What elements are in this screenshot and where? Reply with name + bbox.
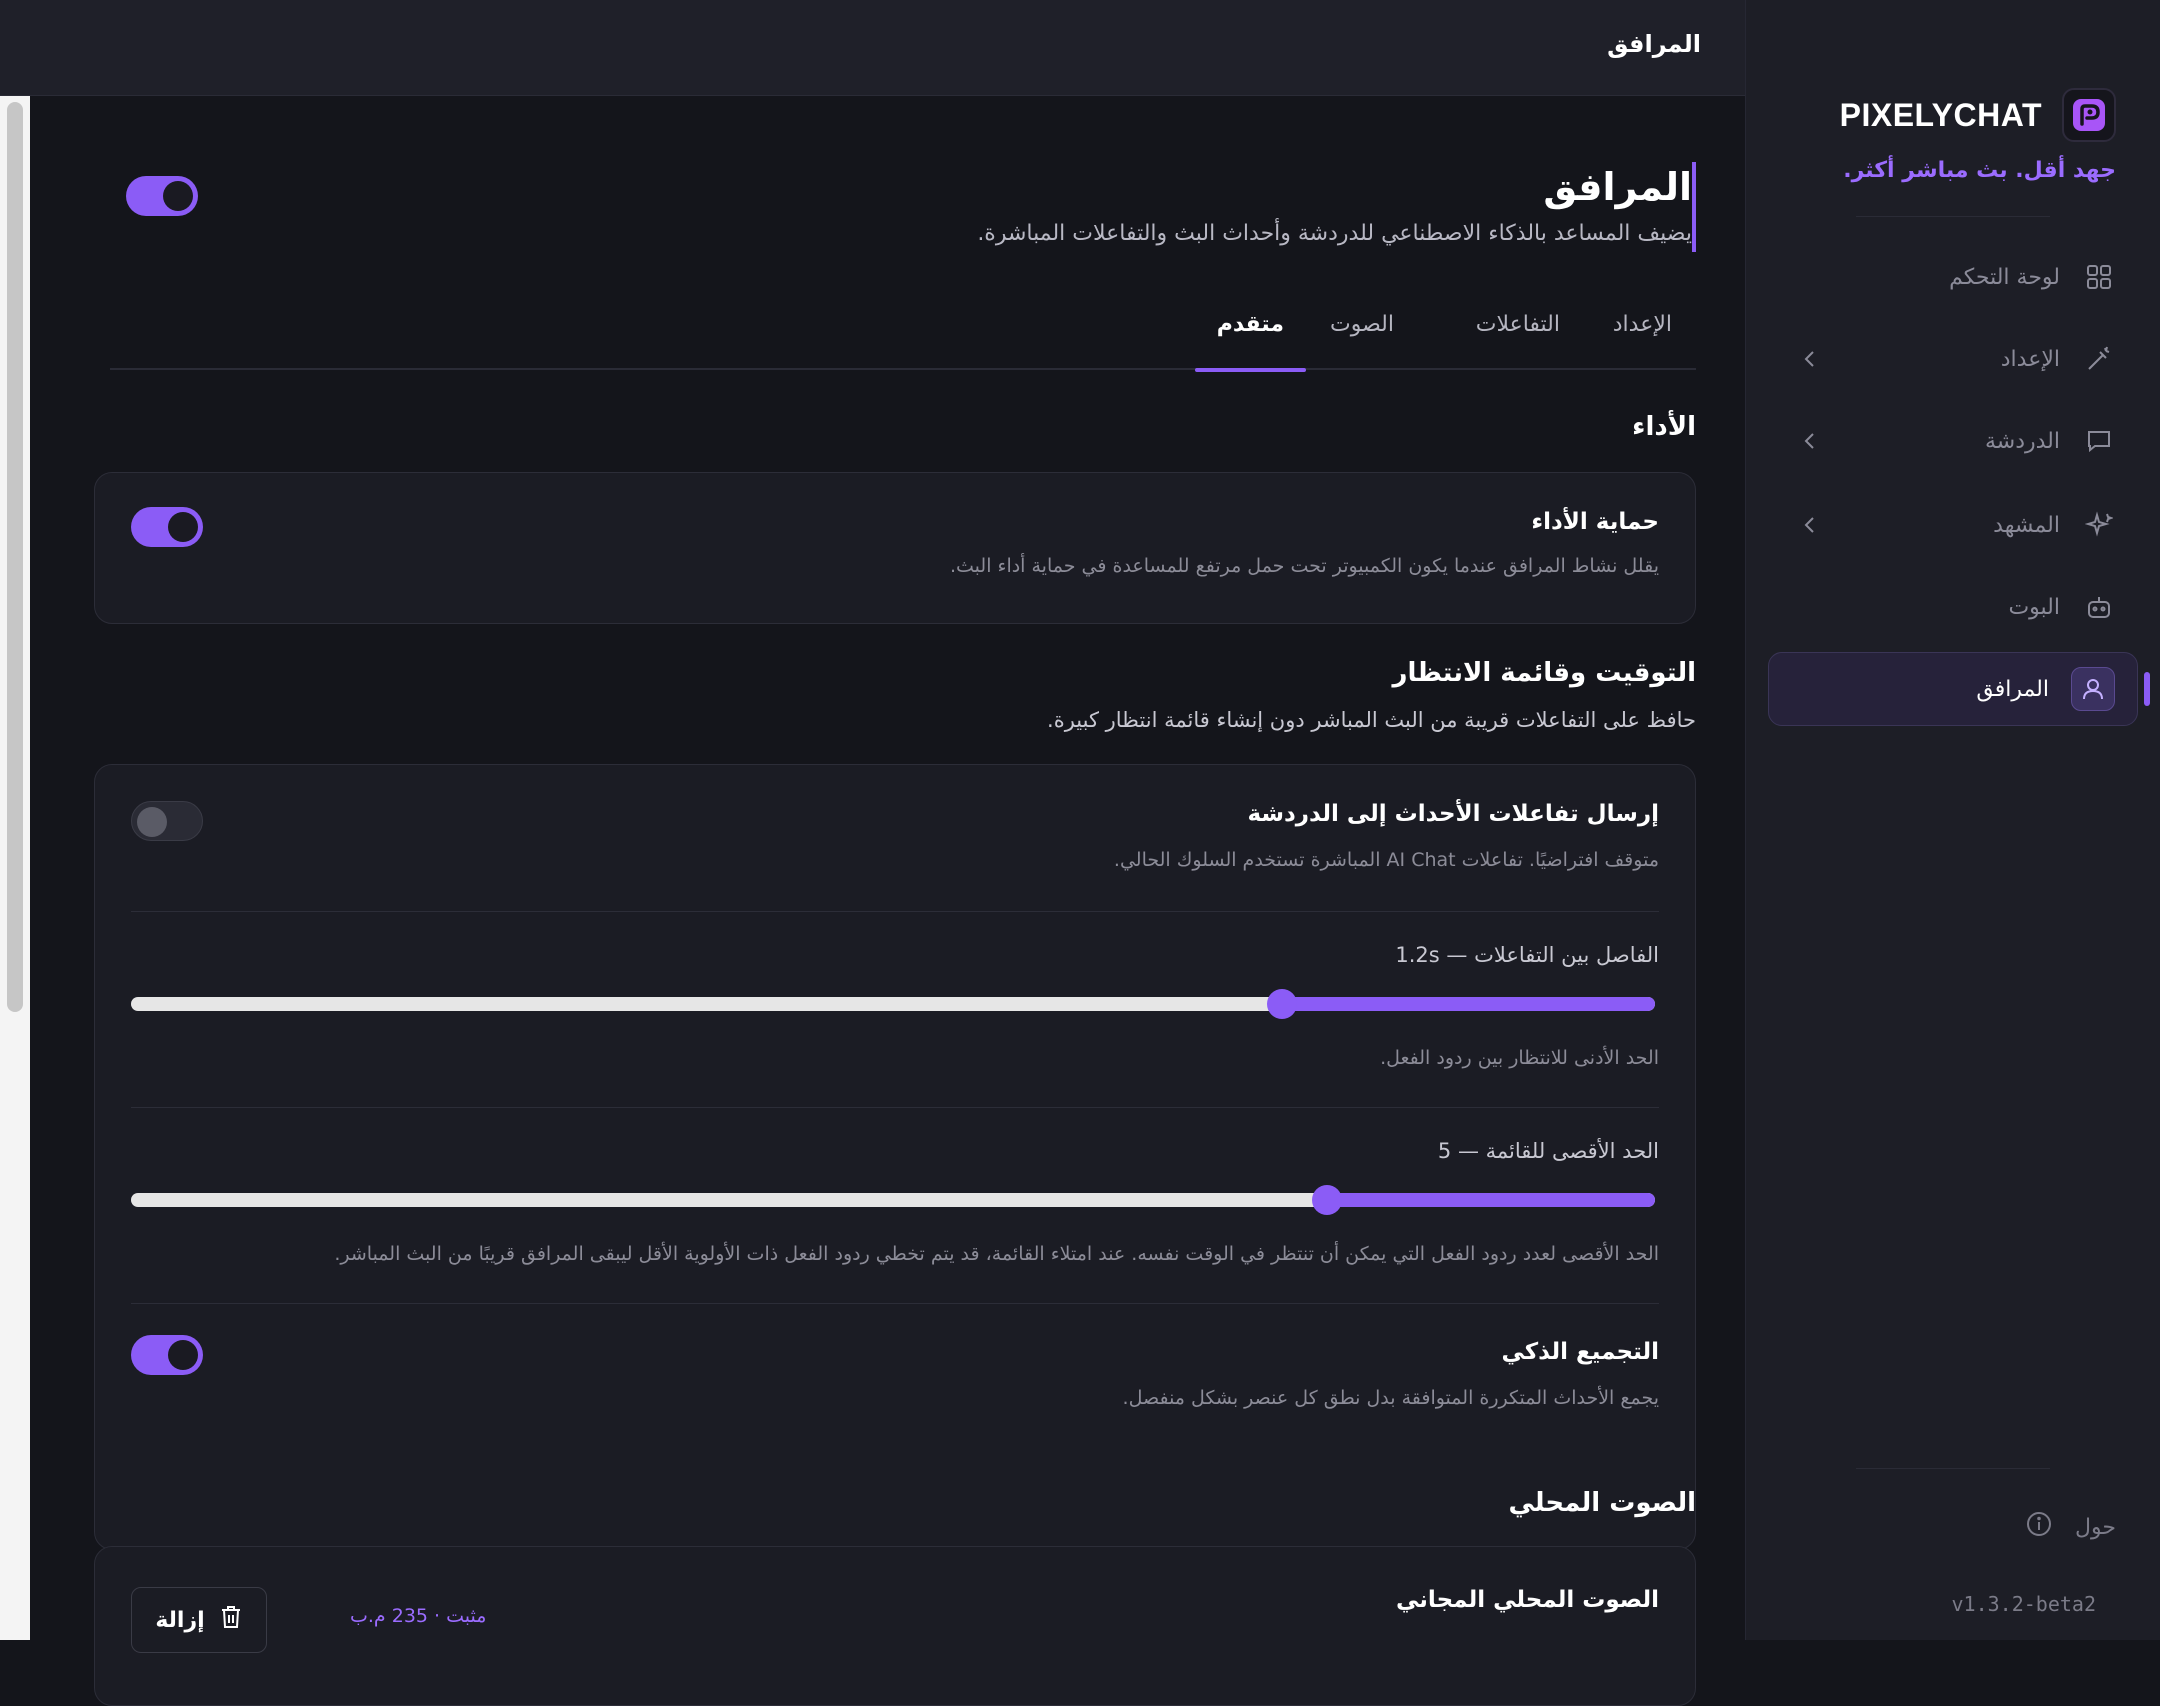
tab-advanced[interactable]: متقدم <box>1194 312 1307 372</box>
main-content: المرافق يضيف المساعد بالذكاء الاصطناعي ل… <box>30 96 1745 1706</box>
sidebar-item-label: الإعداد <box>2000 346 2060 372</box>
sidebar-item-label: لوحة التحكم <box>1949 264 2060 290</box>
tab-bar: الإعداد التفاعلات الصوت متقدم <box>110 296 1696 372</box>
send-events-toggle[interactable] <box>131 801 203 841</box>
local-voice-card: الصوت المحلي المجاني مثبت · 235 م.ب إزال… <box>94 1546 1696 1706</box>
toggle-knob <box>168 1340 198 1370</box>
tab-voice[interactable]: الصوت <box>1330 312 1394 370</box>
companion-enable-toggle[interactable] <box>126 176 198 216</box>
pixelychat-logo-icon <box>2062 88 2116 142</box>
sidebar-item-setup[interactable]: الإعداد <box>1768 322 2138 396</box>
send-events-title: إرسال تفاعلات الأحداث إلى الدردشة <box>1247 801 1659 827</box>
slider-fill <box>1281 997 1655 1011</box>
slider-thumb[interactable] <box>1312 1185 1343 1215</box>
sidebar-item-label: البوت <box>2008 594 2060 620</box>
tab-interactions[interactable]: التفاعلات <box>1476 312 1560 370</box>
interval-slider[interactable] <box>131 989 1655 1019</box>
row-divider <box>131 1107 1659 1108</box>
section-title-local-voice: الصوت المحلي <box>1508 1488 1696 1518</box>
sidebar-item-companion[interactable]: المرافق <box>1768 652 2138 726</box>
sidebar-item-bot[interactable]: البوت <box>1768 570 2138 644</box>
smart-grouping-toggle[interactable] <box>131 1335 203 1375</box>
smart-grouping-description: يجمع الأحداث المتكررة المتوافقة بدل نطق … <box>1122 1387 1659 1409</box>
toggle-knob <box>163 181 193 211</box>
brand[interactable]: PIXELYCHAT <box>1840 88 2116 142</box>
sidebar-item-label: المرافق <box>1976 676 2049 702</box>
version-label: v1.3.2-beta2 <box>1951 1592 2097 1616</box>
sparkles-icon <box>2082 508 2116 542</box>
max-queue-label: الحد الأقصى للقائمة — 5 <box>1437 1139 1659 1163</box>
row-divider <box>131 1303 1659 1304</box>
chat-bubble-icon <box>2082 424 2116 458</box>
chevron-left-icon <box>1798 513 1822 537</box>
info-icon <box>2025 1510 2053 1544</box>
page-subtitle: يضيف المساعد بالذكاء الاصطناعي للدردشة و… <box>977 221 1692 246</box>
brand-name: PIXELYCHAT <box>1839 96 2042 133</box>
installed-status: مثبت · 235 م.ب <box>350 1605 487 1627</box>
toggle-knob <box>168 512 198 542</box>
grid-icon <box>2082 260 2116 294</box>
toggle-knob <box>137 807 167 837</box>
page-title: المرافق <box>1543 165 1692 209</box>
page-header: المرافق يضيف المساعد بالذكاء الاصطناعي ل… <box>696 162 1696 252</box>
trash-icon <box>219 1604 243 1636</box>
tab-setup[interactable]: الإعداد <box>1613 312 1672 370</box>
interval-description: الحد الأدنى للانتظار بين ردود الفعل. <box>1380 1047 1659 1069</box>
sidebar-item-chat[interactable]: الدردشة <box>1768 404 2138 478</box>
remove-label: إزالة <box>155 1607 205 1633</box>
about-label: حول <box>2075 1514 2116 1540</box>
section-title-performance: الأداء <box>1632 412 1696 442</box>
about-link[interactable]: حول <box>2025 1510 2116 1544</box>
sidebar: PIXELYCHAT جهد أقل. بث مباشر أكثر. لوحة … <box>1745 0 2160 1640</box>
performance-protection-description: يقلل نشاط المرافق عندما يكون الكمبيوتر ت… <box>949 555 1659 577</box>
scrollbar-thumb[interactable] <box>7 102 23 1012</box>
sidebar-divider <box>1856 1468 2050 1469</box>
bot-icon <box>2082 590 2116 624</box>
timing-card: إرسال تفاعلات الأحداث إلى الدردشة متوقف … <box>94 764 1696 1550</box>
chevron-left-icon <box>1798 347 1822 371</box>
smart-grouping-title: التجميع الذكي <box>1501 1339 1659 1365</box>
free-voice-title: الصوت المحلي المجاني <box>1396 1587 1659 1613</box>
max-queue-slider[interactable] <box>131 1185 1655 1215</box>
chevron-left-icon <box>1798 429 1822 453</box>
slider-fill <box>1327 1193 1655 1207</box>
wand-icon <box>2082 342 2116 376</box>
topbar-title: المرافق <box>1607 30 1701 58</box>
sidebar-divider <box>1856 216 2050 217</box>
sidebar-item-dashboard[interactable]: لوحة التحكم <box>1768 240 2138 314</box>
tagline: جهد أقل. بث مباشر أكثر. <box>1843 158 2116 183</box>
row-divider <box>131 911 1659 912</box>
performance-protection-title: حماية الأداء <box>1531 509 1659 535</box>
section-title-timing: التوقيت وقائمة الانتظار <box>1392 658 1696 688</box>
remove-voice-button[interactable]: إزالة <box>131 1587 267 1653</box>
send-events-description: متوقف افتراضيًا. تفاعلات AI Chat المباشر… <box>1113 849 1659 871</box>
slider-thumb[interactable] <box>1266 989 1297 1019</box>
active-indicator <box>2144 672 2150 706</box>
sidebar-item-scene[interactable]: المشهد <box>1768 488 2138 562</box>
performance-protection-toggle[interactable] <box>131 507 203 547</box>
sidebar-item-label: الدردشة <box>1984 428 2060 454</box>
user-icon <box>2071 667 2115 711</box>
topbar: المرافق <box>0 0 1745 96</box>
performance-card: حماية الأداء يقلل نشاط المرافق عندما يكو… <box>94 472 1696 624</box>
sidebar-item-label: المشهد <box>1993 512 2060 538</box>
section-subtitle-timing: حافظ على التفاعلات قريبة من البث المباشر… <box>1047 708 1696 732</box>
interval-label: الفاصل بين التفاعلات — 1.2s <box>1395 943 1659 967</box>
max-queue-description: الحد الأقصى لعدد ردود الفعل التي يمكن أن… <box>334 1243 1659 1265</box>
